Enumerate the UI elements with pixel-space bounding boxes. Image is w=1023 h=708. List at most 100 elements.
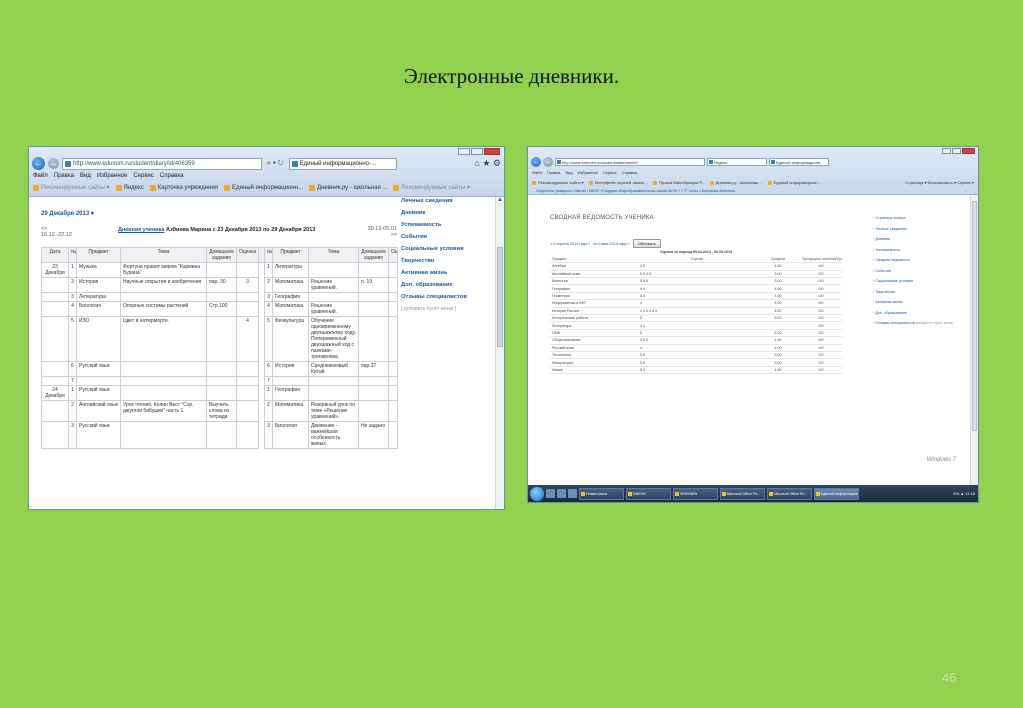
scroll-up-icon[interactable]: ▲ — [496, 197, 504, 203]
favorite-link[interactable]: Дневник.ру - школьная ... — [309, 184, 387, 191]
taskbar-item[interactable]: Microsoft Office Po... — [767, 487, 812, 500]
menu-item[interactable]: Избранное — [578, 170, 598, 175]
back-arrow-icon-2[interactable]: ← — [531, 156, 541, 167]
taskbar-item[interactable]: Единый информацион... — [814, 487, 859, 500]
taskbar-item[interactable]: Новая папка — [579, 487, 624, 500]
mark-cell — [388, 301, 398, 317]
sidebar-item[interactable]: Дневник — [401, 207, 491, 219]
menu-item[interactable]: Сервис — [133, 173, 154, 179]
ie-quicklaunch-icon[interactable] — [546, 489, 555, 498]
summary-row: Химия 5 4 4.50 0/0 — [550, 366, 843, 375]
close-button-2[interactable] — [962, 148, 975, 154]
system-tray[interactable]: EN ▲ 11:18 — [954, 491, 978, 496]
sidebar-item[interactable]: › События — [873, 266, 953, 277]
maximize-button[interactable] — [471, 148, 483, 155]
sidebar-item[interactable]: [ добавить пункт меню ] — [401, 303, 491, 315]
period-to-link[interactable]: по 6 мая 2014 года » — [593, 242, 630, 246]
browser-tab-2[interactable]: Единый информационн... — [769, 157, 829, 166]
table-row: 3 Литература 3 География — [41, 292, 398, 302]
sidebar-item[interactable]: Социальные условия — [401, 243, 491, 255]
sidebar-item[interactable]: Личные сведения — [401, 195, 491, 207]
browser-tab[interactable]: Единый информационно-... — [288, 157, 397, 170]
forward-arrow-icon[interactable]: → — [48, 158, 59, 169]
homework-cell — [358, 262, 389, 278]
media-quicklaunch-icon[interactable] — [568, 489, 577, 498]
menu-item[interactable]: Вид — [80, 173, 91, 179]
favorite-link[interactable]: Дневник.ру - школьная ... — [709, 180, 763, 185]
next-week-link[interactable]: 30.12-05.01 >> — [367, 226, 397, 238]
topic-cell: Цвет в натюрморте. — [120, 316, 207, 362]
menu-item[interactable]: Вид — [565, 170, 572, 175]
favorite-link[interactable]: Карточка учреждения — [149, 184, 218, 191]
favorite-link[interactable]: Интерфейс горячей линии ... — [588, 180, 648, 185]
sidebar-item[interactable]: › Доп. образование — [873, 308, 953, 319]
menu-item[interactable]: Файл — [33, 173, 48, 179]
scroll-thumb-2[interactable] — [972, 201, 977, 431]
forward-arrow-icon-2[interactable]: → — [543, 156, 553, 167]
sidebar-item[interactable]: Активная жизнь — [401, 267, 491, 279]
address-bar[interactable]: http://www.edumim.ru/student/diary/id/40… — [62, 157, 262, 170]
home-star-gear-icons[interactable]: ⌂ ★ ⚙ — [474, 158, 501, 169]
menu-item[interactable]: Справка — [160, 173, 184, 179]
minimize-button-2[interactable] — [942, 148, 951, 154]
taskbar-item[interactable]: Microsoft Office Po... — [720, 487, 765, 500]
menu-item[interactable]: Справка — [622, 170, 638, 175]
prev-week-link[interactable]: << 16.12.-22.12 — [41, 226, 72, 238]
favorite-link[interactable]: Рекомендуемые сайты ▾ — [532, 180, 584, 185]
toolbar-commands[interactable]: Страница ▾ Безопасность ▾ Сервис ▾ — [905, 180, 974, 185]
period-from-link[interactable]: « 5 апреля 2014 года » — [550, 242, 590, 246]
skipped-cell: 2/0 — [800, 321, 843, 330]
explorer-quicklaunch-icon[interactable] — [557, 489, 566, 498]
close-button[interactable] — [484, 148, 500, 155]
sidebar-item[interactable]: › Активная жизнь — [873, 297, 953, 308]
subject-cell: ИЗО — [76, 316, 121, 362]
menu-item[interactable]: Файл — [532, 170, 542, 175]
sidebar-item[interactable]: › Личные сведения — [873, 224, 953, 235]
add-menu-link[interactable]: добавить пункт меню — [915, 321, 953, 325]
refresh-button[interactable]: Обновить — [632, 239, 661, 248]
sidebar-item[interactable]: События — [401, 231, 491, 243]
sidebar-item[interactable]: › Дневник — [873, 234, 953, 245]
sidebar-item[interactable]: › Сводная ведомость — [873, 255, 953, 266]
sidebar-label: › События — [873, 268, 891, 273]
vertical-scrollbar[interactable]: ▲ — [495, 197, 504, 509]
diary-link[interactable]: Дневник ученика — [118, 227, 165, 233]
start-button[interactable] — [530, 486, 544, 501]
sidebar-item[interactable]: › Творчество — [873, 287, 953, 298]
taskbar-item[interactable]: DNEVN — [626, 487, 671, 500]
sidebar-item[interactable]: › Социальные условия — [873, 276, 953, 287]
sidebar-item[interactable]: Доп. образование — [401, 279, 491, 291]
menu-item[interactable]: Правка — [54, 173, 74, 179]
date-selector[interactable]: 29 Декабря 2013 ▾ — [41, 210, 94, 217]
sidebar-item[interactable]: › Отзывы специалистов добавить пункт мен… — [873, 318, 953, 329]
homework-cell — [206, 385, 237, 401]
sidebar-label: › Доп. образование — [873, 310, 907, 315]
search-refresh-icons[interactable]: ⌕ ▾ ↻ — [267, 160, 284, 168]
maximize-button-2[interactable] — [952, 148, 961, 154]
sidebar-item[interactable]: Творчество — [401, 255, 491, 267]
sidebar-item[interactable]: Успеваемость — [401, 219, 491, 231]
back-arrow-icon[interactable]: ← — [32, 157, 45, 170]
mark-cell — [236, 376, 259, 386]
sidebar-item[interactable]: › Страница класса — [873, 213, 953, 224]
browser-tab-yandex[interactable]: Яндекс — [707, 157, 767, 166]
favorite-link[interactable]: Рекомендуемые сайты ▾ — [33, 184, 110, 191]
taskbar-item[interactable]: SRAVNEN — [673, 487, 718, 500]
scroll-thumb[interactable] — [497, 247, 503, 347]
menu-item[interactable]: Правка — [547, 170, 561, 175]
favorite-link[interactable]: Рекомендуемые сайты ▾ — [393, 184, 470, 191]
sidebar-item[interactable]: Отзывы специалистов — [401, 291, 491, 303]
favorite-link[interactable]: Приказ Минобрнауки Р... — [653, 180, 705, 185]
breadcrumb[interactable]: Отделение учащихся / Школы / МБОУ «Средн… — [536, 189, 735, 193]
menu-item[interactable]: Избранное — [97, 173, 127, 179]
favorite-link[interactable]: Единый информационн... — [767, 180, 821, 185]
favorite-link[interactable]: Единый информационн... — [224, 184, 303, 191]
sidebar-item[interactable]: › Успеваемость — [873, 245, 953, 256]
address-bar-2[interactable]: http://www.edumim.ru/student/statement/i… — [555, 157, 705, 166]
favorite-label: Единый информационн... — [773, 180, 821, 185]
favorite-link[interactable]: Яндекс — [115, 184, 144, 191]
average-cell: 4.67 — [756, 307, 800, 316]
menu-item[interactable]: Сервис — [603, 170, 617, 175]
minimize-button[interactable] — [458, 148, 470, 155]
vertical-scrollbar-2[interactable] — [970, 195, 978, 485]
